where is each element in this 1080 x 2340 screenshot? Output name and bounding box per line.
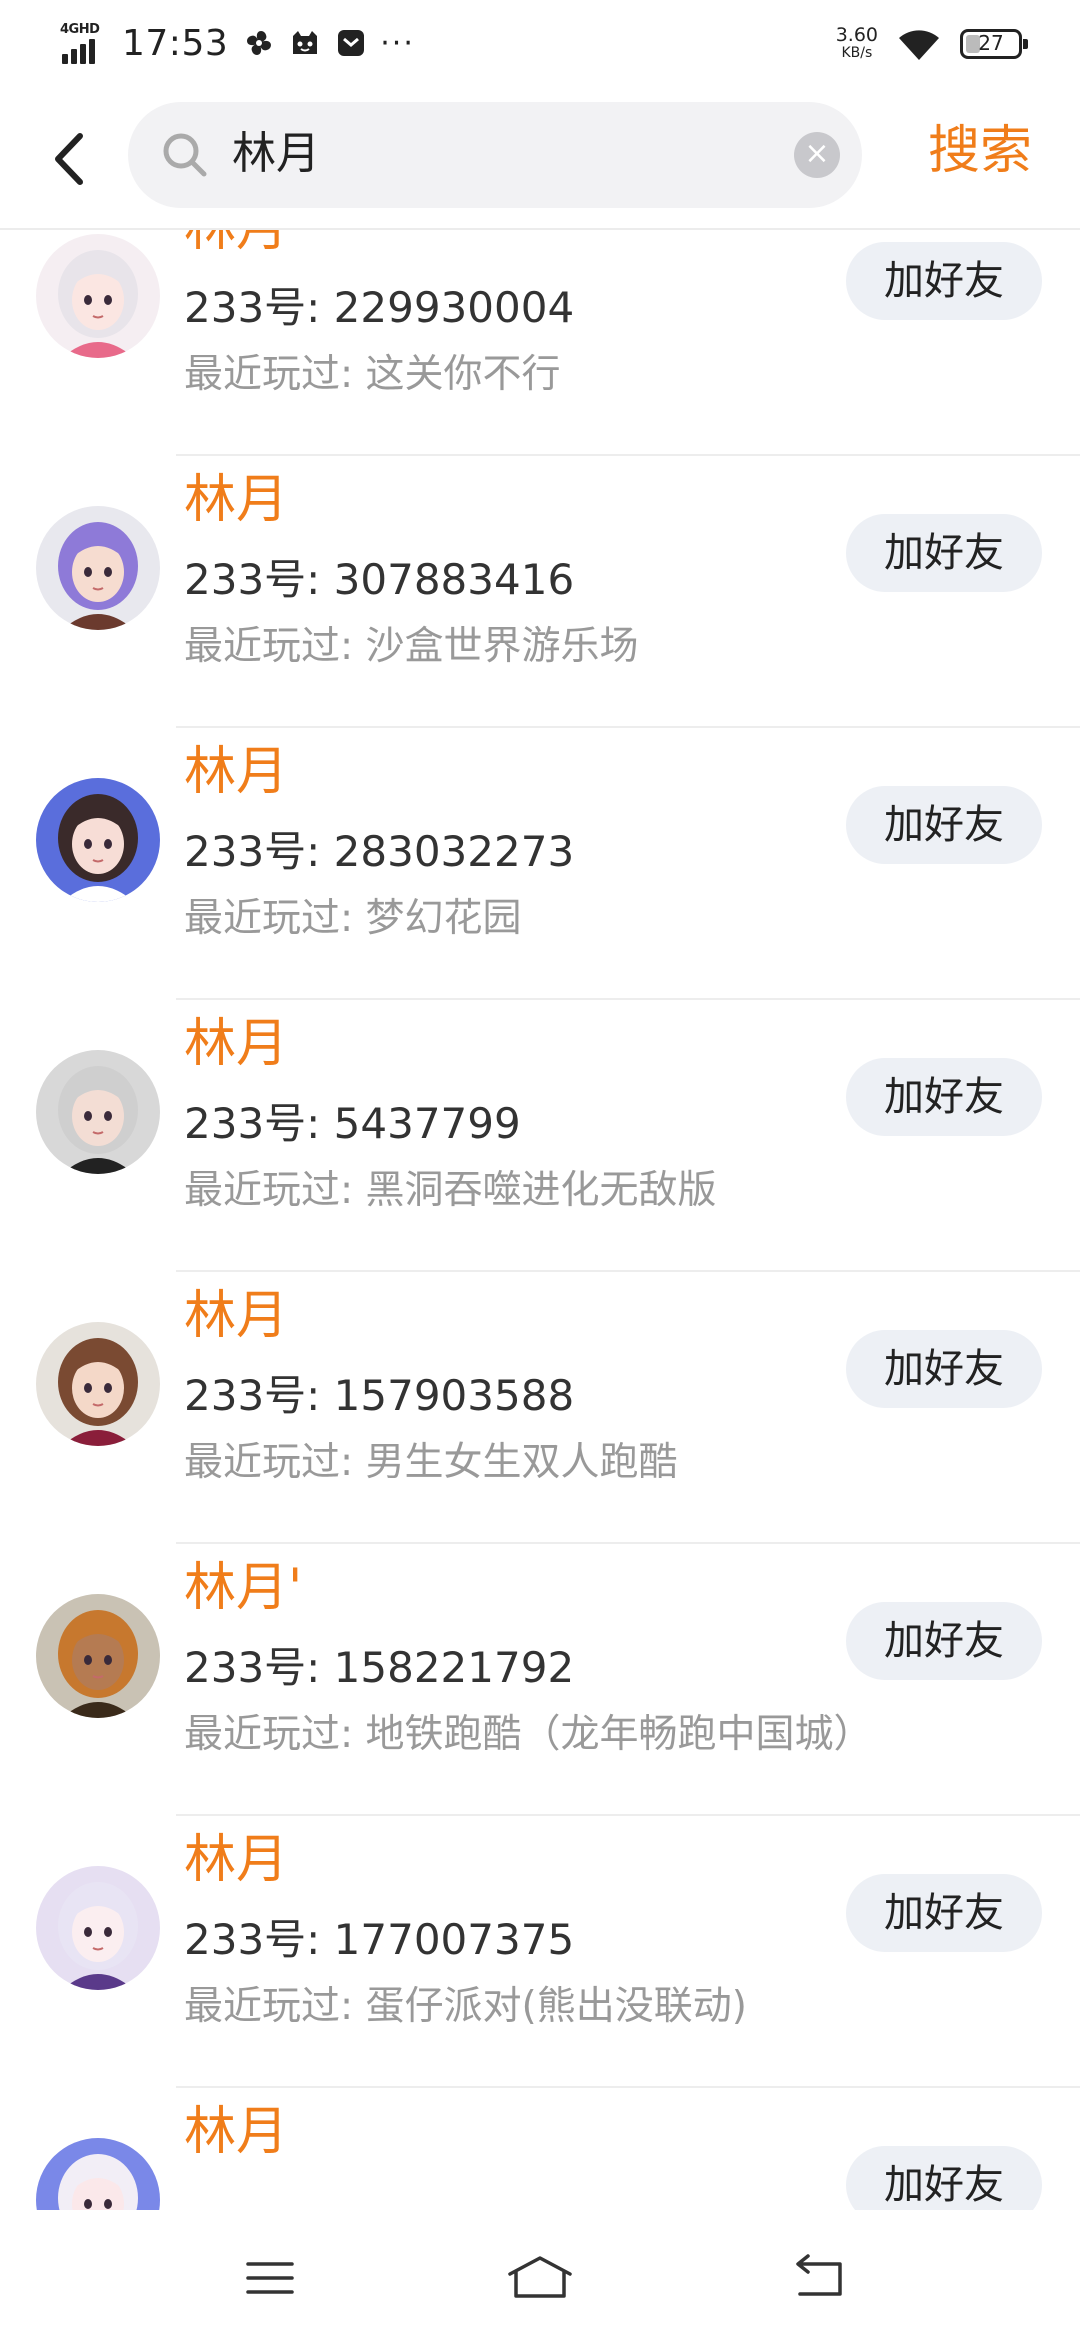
- battery-percent: 27: [978, 31, 1004, 55]
- menu-icon: [246, 2262, 294, 2294]
- user-result-item[interactable]: 林月 233号: 177007375 最近玩过: 蛋仔派对(熊出没联动) 加好友: [0, 1816, 1080, 2088]
- battery-icon: 27: [960, 29, 1028, 59]
- add-friend-button[interactable]: 加好友: [846, 242, 1042, 320]
- user-nickname: 林月: [184, 2102, 289, 2162]
- clear-circle-icon: ×: [804, 136, 830, 171]
- nav-back-button[interactable]: [780, 2248, 860, 2308]
- avatar[interactable]: [36, 2138, 160, 2210]
- magnifier-icon: [163, 133, 207, 177]
- chevron-left-icon: [55, 133, 83, 185]
- network-speed-unit: KB/s: [841, 45, 873, 61]
- search-header: 林月 × 搜索: [0, 86, 1080, 230]
- recently-played: 最近玩过: 黑洞吞噬进化无敌版: [184, 1168, 717, 1213]
- add-friend-button[interactable]: 加好友: [846, 1330, 1042, 1408]
- add-friend-button[interactable]: 加好友: [846, 1874, 1042, 1952]
- avatar[interactable]: [36, 1594, 160, 1718]
- recently-played: 最近玩过: 男生女生双人跑酷: [184, 1440, 678, 1485]
- search-query[interactable]: 林月: [232, 124, 320, 184]
- avatar[interactable]: [36, 1866, 160, 1990]
- message-app-icon: [338, 30, 365, 56]
- user-233-id: 233号: 229930004: [184, 283, 575, 332]
- user-nickname: 林月: [184, 1014, 289, 1074]
- user-nickname: 林月: [184, 742, 289, 802]
- return-icon: [796, 2254, 842, 2296]
- user-nickname: 林月: [184, 1286, 289, 1346]
- cat-app-icon: [293, 31, 318, 54]
- user-nickname: 林月': [184, 1558, 303, 1618]
- fan-icon: [247, 31, 272, 55]
- user-233-id: 233号: 5437799: [184, 1099, 521, 1148]
- user-233-id: 233号: 158221792: [184, 1643, 575, 1692]
- avatar[interactable]: [36, 778, 160, 902]
- network-type: 4GHD: [60, 22, 100, 37]
- nav-menu-button[interactable]: [230, 2248, 310, 2308]
- avatar[interactable]: [36, 234, 160, 358]
- user-result-item[interactable]: 林月加好友: [0, 2088, 1080, 2210]
- search-results-scroll: 林月233号: 229930004最近玩过: 这关你不行加好友林月233号: 3…: [0, 230, 1080, 2210]
- user-result-item[interactable]: 林月 233号: 307883416 最近玩过: 沙盒世界游乐场 加好友: [0, 456, 1080, 728]
- cellular-signal-icon: 4GHD: [60, 22, 108, 64]
- add-friend-button[interactable]: 加好友: [846, 2146, 1042, 2210]
- recently-played: 最近玩过: 这关你不行: [184, 352, 561, 397]
- user-result-item[interactable]: 林月 233号: 5437799 最近玩过: 黑洞吞噬进化无敌版 加好友: [0, 1000, 1080, 1272]
- user-233-id: 233号: 283032273: [184, 827, 575, 876]
- status-bar-right: 3.60 KB/s 27: [836, 20, 1028, 68]
- user-nickname: 林月: [184, 230, 288, 264]
- user-nickname: 林月: [184, 1830, 289, 1890]
- avatar[interactable]: [36, 1050, 160, 1174]
- screen: 4GHD 17:53 ··· 3.60 KB/s 27 林月 × 搜索 233号…: [0, 0, 1080, 2340]
- status-bar: 4GHD 17:53 ··· 3.60 KB/s 27: [0, 0, 1080, 86]
- user-233-id: 233号: 157903588: [184, 1371, 575, 1420]
- add-friend-button[interactable]: 加好友: [846, 514, 1042, 592]
- recently-played: 最近玩过: 沙盒世界游乐场: [184, 624, 639, 669]
- user-result-item[interactable]: 林月 233号: 229930004 最近玩过: 这关你不行 加好友: [0, 230, 1080, 456]
- add-friend-button[interactable]: 加好友: [846, 1602, 1042, 1680]
- system-nav-bar: [0, 2210, 1080, 2340]
- user-result-item[interactable]: 林月 233号: 157903588 最近玩过: 男生女生双人跑酷 加好友: [0, 1272, 1080, 1544]
- back-button[interactable]: [40, 124, 100, 194]
- clear-search-button[interactable]: ×: [794, 132, 840, 178]
- search-button[interactable]: 搜索: [928, 116, 1032, 186]
- network-speed-value: 3.60: [835, 24, 878, 46]
- nav-home-button[interactable]: [500, 2248, 580, 2308]
- more-notifications-icon: ···: [380, 25, 415, 61]
- avatar[interactable]: [36, 1322, 160, 1446]
- add-friend-button[interactable]: 加好友: [846, 786, 1042, 864]
- search-input[interactable]: 林月 ×: [128, 102, 862, 208]
- wifi-icon: [899, 30, 939, 60]
- user-233-id: 233号: 177007375: [184, 1915, 575, 1964]
- add-friend-button[interactable]: 加好友: [846, 1058, 1042, 1136]
- user-nickname: 林月: [184, 470, 289, 530]
- user-result-item[interactable]: 林月' 233号: 158221792 最近玩过: 地铁跑酷（龙年畅跑中国城） 加好友: [0, 1544, 1080, 1816]
- home-icon: [508, 2256, 572, 2298]
- search-results-list[interactable]: 林月233号: 229930004最近玩过: 这关你不行加好友林月233号: 3…: [0, 230, 1080, 2210]
- network-speed: 3.60 KB/s: [836, 26, 878, 62]
- recently-played: 最近玩过: 梦幻花园: [184, 896, 522, 941]
- avatar[interactable]: [36, 506, 160, 630]
- user-233-id: 233号: 307883416: [184, 555, 575, 604]
- status-bar-left: 4GHD 17:53 ···: [60, 18, 415, 68]
- recently-played: 最近玩过: 地铁跑酷（龙年畅跑中国城）: [184, 1712, 873, 1757]
- clock: 17:53: [122, 22, 229, 64]
- user-result-item[interactable]: 林月 233号: 283032273 最近玩过: 梦幻花园 加好友: [0, 728, 1080, 1000]
- recently-played: 最近玩过: 蛋仔派对(熊出没联动): [184, 1984, 747, 2029]
